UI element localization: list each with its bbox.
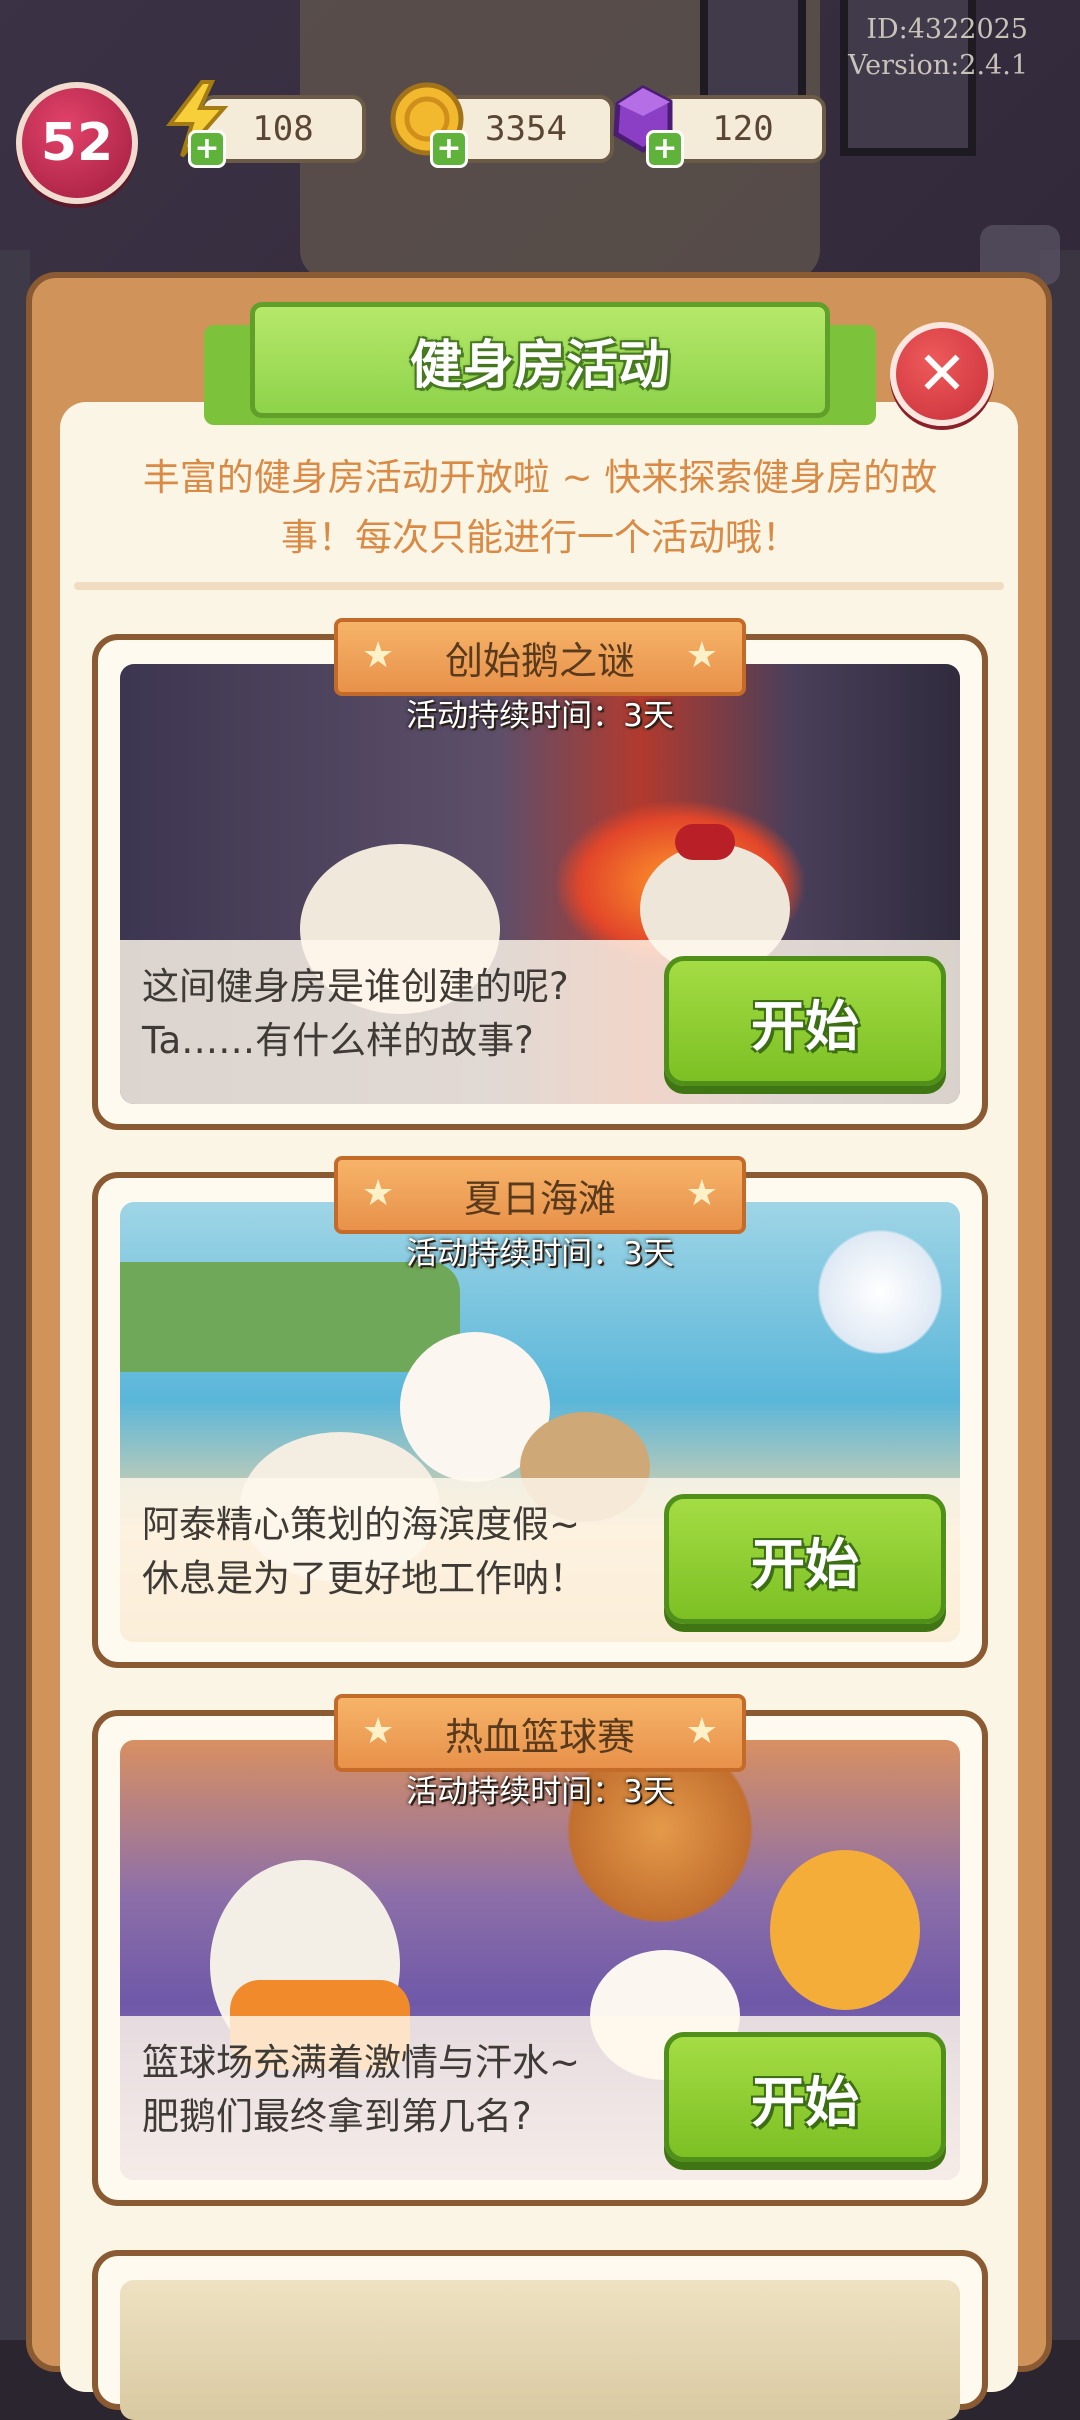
activity-duration: 活动持续时间：3天 — [406, 1236, 674, 1272]
activity-title-tag: ★ 热血篮球赛 ★ — [334, 1694, 746, 1772]
description-line: 肥鹅们最终拿到第几名? — [142, 2095, 532, 2138]
description-line: 休息是为了更好地工作呐！ — [142, 1557, 586, 1600]
activity-card — [92, 2250, 988, 2420]
activity-title-tag: ★ 夏日海滩 ★ — [334, 1156, 746, 1234]
description-line: Ta……有什么样的故事? — [142, 1019, 534, 1062]
intro-line-1: 丰富的健身房活动开放啦 ~ 快来探索健身房的故 — [142, 456, 938, 499]
activity-art-image — [120, 2280, 960, 2420]
star-icon: ★ — [362, 635, 395, 676]
close-button[interactable]: ✕ — [890, 322, 994, 426]
description-line: 阿泰精心策划的海滨度假~ — [142, 1503, 581, 1546]
player-id: ID:4322025 — [866, 14, 1028, 45]
red-bow — [675, 824, 735, 860]
description-line: 这间健身房是谁创建的呢? — [142, 965, 569, 1008]
close-icon: ✕ — [916, 339, 968, 409]
start-button[interactable]: 开始 — [664, 2032, 946, 2162]
activity-art-image: 活动持续时间：3天 这间健身房是谁创建的呢? Ta……有什么样的故事? 开始 — [120, 664, 960, 1104]
activity-description: 阿泰精心策划的海滨度假~ 休息是为了更好地工作呐！ — [142, 1498, 662, 1606]
activity-duration: 活动持续时间：3天 — [406, 1774, 674, 1810]
description-line: 篮球场充满着激情与汗水~ — [142, 2041, 581, 2084]
activity-name: 创始鹅之谜 — [444, 638, 635, 683]
dialog-title: 健身房活动 — [250, 302, 830, 418]
add-coins-button[interactable]: + — [430, 130, 468, 168]
activity-name: 热血篮球赛 — [444, 1714, 635, 1759]
dialog-intro: 丰富的健身房活动开放啦 ~ 快来探索健身房的故 事！每次只能进行一个活动哦！ — [80, 448, 1000, 568]
activity-description: 篮球场充满着激情与汗水~ 肥鹅们最终拿到第几名? — [142, 2036, 662, 2144]
version-label: Version:2.4.1 — [848, 50, 1028, 81]
intro-line-2: 事！每次只能进行一个活动哦！ — [281, 516, 799, 559]
activity-card: 活动持续时间：3天 这间健身房是谁创建的呢? Ta……有什么样的故事? 开始 — [92, 634, 988, 1130]
intro-divider — [74, 582, 1004, 590]
level-badge[interactable]: 52 — [16, 82, 138, 204]
start-button[interactable]: 开始 — [664, 956, 946, 1086]
build-info: ID:4322025 Version:2.4.1 — [848, 12, 1028, 84]
activity-card: 活动持续时间：3天 阿泰精心策划的海滨度假~ 休息是为了更好地工作呐！ 开始 — [92, 1172, 988, 1668]
star-icon: ★ — [362, 1711, 395, 1752]
goose-figure — [770, 1850, 920, 2010]
activity-duration: 活动持续时间：3天 — [406, 698, 674, 734]
gem-counter: 120 — [660, 95, 826, 163]
activity-art-image: 活动持续时间：3天 阿泰精心策划的海滨度假~ 休息是为了更好地工作呐！ 开始 — [120, 1202, 960, 1642]
star-icon: ★ — [362, 1173, 395, 1214]
star-icon: ★ — [685, 635, 718, 676]
activity-title-tag: ★ 创始鹅之谜 ★ — [334, 618, 746, 696]
star-icon: ★ — [685, 1173, 718, 1214]
star-icon: ★ — [685, 1711, 718, 1752]
activity-name: 夏日海滩 — [463, 1176, 616, 1221]
activity-card: 活动持续时间：3天 篮球场充满着激情与汗水~ 肥鹅们最终拿到第几名? 开始 — [92, 1710, 988, 2206]
start-button[interactable]: 开始 — [664, 1494, 946, 1624]
add-gems-button[interactable]: + — [646, 130, 684, 168]
add-energy-button[interactable]: + — [188, 130, 226, 168]
activity-description: 这间健身房是谁创建的呢? Ta……有什么样的故事? — [142, 960, 662, 1068]
tree-foliage — [120, 1262, 460, 1372]
activity-art-image: 活动持续时间：3天 篮球场充满着激情与汗水~ 肥鹅们最终拿到第几名? 开始 — [120, 1740, 960, 2180]
